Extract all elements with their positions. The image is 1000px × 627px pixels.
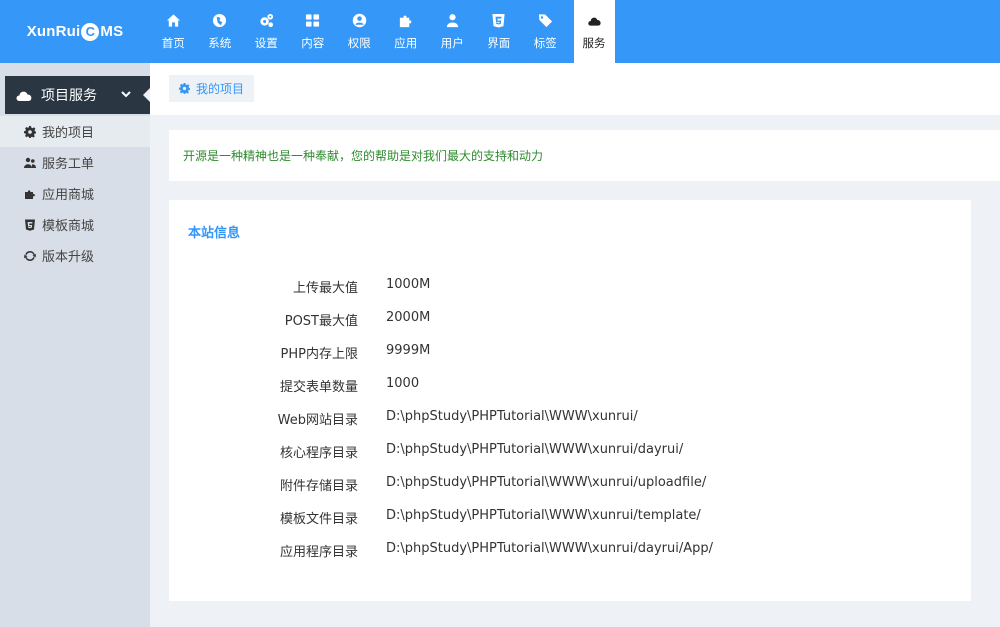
info-value: 1000M	[386, 277, 431, 292]
cloud-icon	[586, 13, 602, 29]
nav-label: 首页	[161, 35, 185, 50]
info-row: Web网站目录 D:\phpStudy\PHPTutorial\WWW\xunr…	[169, 409, 971, 429]
sidebar-section-header[interactable]: 项目服务	[5, 76, 151, 114]
nav-service[interactable]: 服务	[573, 0, 615, 63]
chevron-down-icon[interactable]	[120, 88, 132, 100]
breadcrumb-bar: 我的项目	[150, 63, 1000, 115]
cog-icon	[179, 83, 190, 94]
info-value: D:\phpStudy\PHPTutorial\WWW\xunrui/	[386, 409, 638, 424]
info-row: POST最大值 2000M	[169, 310, 971, 330]
nav-label: 标签	[533, 35, 557, 50]
html5-icon	[491, 13, 507, 29]
info-row: 应用程序目录 D:\phpStudy\PHPTutorial\WWW\xunru…	[169, 541, 971, 561]
nav-apps[interactable]: 应用	[383, 0, 430, 63]
nav-permission[interactable]: 权限	[336, 0, 383, 63]
sidebar-item-my-projects[interactable]: 我的项目	[0, 116, 150, 147]
sidebar-item-app-store[interactable]: 应用商城	[0, 178, 150, 209]
sidebar-item-label: 服务工单	[42, 157, 95, 172]
logo-mark: C	[81, 22, 100, 41]
sidebar-menu: 我的项目 服务工单 应用商城 模板商城 版本升级	[0, 116, 150, 271]
logo-text-suffix: MS	[100, 23, 124, 40]
sidebar-item-label: 应用商城	[42, 188, 95, 203]
user-circle-icon	[351, 13, 367, 29]
nav-system[interactable]: 系统	[197, 0, 244, 63]
card-title: 本站信息	[188, 226, 241, 241]
puzzle-icon	[24, 188, 36, 200]
globe-icon	[212, 13, 228, 29]
info-label: Web网站目录	[277, 413, 358, 428]
info-row: 上传最大值 1000M	[169, 277, 971, 297]
top-nav: 首页 系统 设置 内容 权限 应用 用户 界面 标签 服务	[150, 0, 615, 63]
cogs-icon	[258, 13, 274, 29]
logo-text: XunRui	[26, 23, 81, 40]
cog-icon	[24, 125, 36, 138]
nav-label: 用户	[440, 35, 464, 50]
info-value: 1000	[386, 376, 420, 391]
home-icon	[165, 13, 181, 29]
sidebar: 项目服务 我的项目 服务工单 应用商城 模板商城 版本升级	[0, 63, 151, 627]
nav-label: 权限	[347, 35, 371, 50]
nav-users[interactable]: 用户	[429, 0, 476, 63]
info-label: 应用程序目录	[279, 545, 358, 560]
top-header: XunRui C MS 首页 系统 设置 内容 权限 应用 用户 界面 标签 服…	[0, 0, 1000, 63]
nav-content[interactable]: 内容	[290, 0, 337, 63]
html5-icon	[24, 219, 36, 231]
nav-home[interactable]: 首页	[150, 0, 197, 63]
nav-interface[interactable]: 界面	[476, 0, 523, 63]
info-label: 上传最大值	[292, 281, 358, 296]
sidebar-section-title: 项目服务	[41, 88, 97, 104]
breadcrumb[interactable]: 我的项目	[169, 75, 255, 102]
info-row: 附件存储目录 D:\phpStudy\PHPTutorial\WWW\xunru…	[169, 475, 971, 495]
tags-icon	[537, 13, 553, 29]
breadcrumb-label: 我的项目	[196, 82, 245, 96]
info-row: 核心程序目录 D:\phpStudy\PHPTutorial\WWW\xunru…	[169, 442, 971, 462]
nav-tags[interactable]: 标签	[522, 0, 569, 63]
grid-icon	[305, 13, 321, 29]
info-value: 9999M	[386, 343, 431, 358]
info-label: 附件存储目录	[279, 479, 358, 494]
sidebar-item-template-store[interactable]: 模板商城	[0, 209, 150, 240]
logo[interactable]: XunRui C MS	[0, 0, 150, 63]
nav-label: 内容	[301, 35, 325, 50]
info-value: D:\phpStudy\PHPTutorial\WWW\xunrui/uploa…	[386, 475, 707, 490]
nav-label: 界面	[487, 35, 511, 50]
nav-label: 服务	[582, 35, 606, 50]
notice-text: 开源是一种精神也是一种奉献，您的帮助是对我们最大的支持和动力	[183, 149, 544, 163]
info-label: POST最大值	[284, 314, 358, 329]
info-value: 2000M	[386, 310, 431, 325]
cloud-icon	[15, 88, 33, 102]
refresh-icon	[24, 250, 36, 262]
info-row: 模板文件目录 D:\phpStudy\PHPTutorial\WWW\xunru…	[169, 508, 971, 528]
info-label: 模板文件目录	[279, 512, 358, 527]
sidebar-item-version-upgrade[interactable]: 版本升级	[0, 240, 150, 271]
sidebar-item-label: 模板商城	[42, 219, 95, 234]
info-label: 核心程序目录	[279, 446, 358, 461]
nav-label: 设置	[254, 35, 278, 50]
info-row: PHP内存上限 9999M	[169, 343, 971, 363]
nav-label: 应用	[394, 35, 418, 50]
sidebar-item-service-tickets[interactable]: 服务工单	[0, 147, 150, 178]
info-value: D:\phpStudy\PHPTutorial\WWW\xunrui/dayru…	[386, 541, 714, 556]
nav-label: 系统	[208, 35, 232, 50]
info-value: D:\phpStudy\PHPTutorial\WWW\xunrui/templ…	[386, 508, 701, 523]
puzzle-icon	[398, 13, 414, 29]
user-icon	[444, 13, 460, 29]
nav-settings[interactable]: 设置	[243, 0, 290, 63]
sidebar-item-label: 版本升级	[42, 250, 95, 265]
notice-banner: 开源是一种精神也是一种奉献，您的帮助是对我们最大的支持和动力	[169, 130, 1000, 181]
info-row: 提交表单数量 1000	[169, 376, 971, 396]
users-icon	[24, 157, 36, 169]
info-value: D:\phpStudy\PHPTutorial\WWW\xunrui/dayru…	[386, 442, 684, 457]
info-label: 提交表单数量	[279, 380, 358, 395]
site-info-card: 本站信息 上传最大值 1000M POST最大值 2000M PHP内存上限 9…	[169, 200, 971, 601]
sidebar-item-label: 我的项目	[42, 126, 95, 141]
info-label: PHP内存上限	[280, 347, 358, 362]
